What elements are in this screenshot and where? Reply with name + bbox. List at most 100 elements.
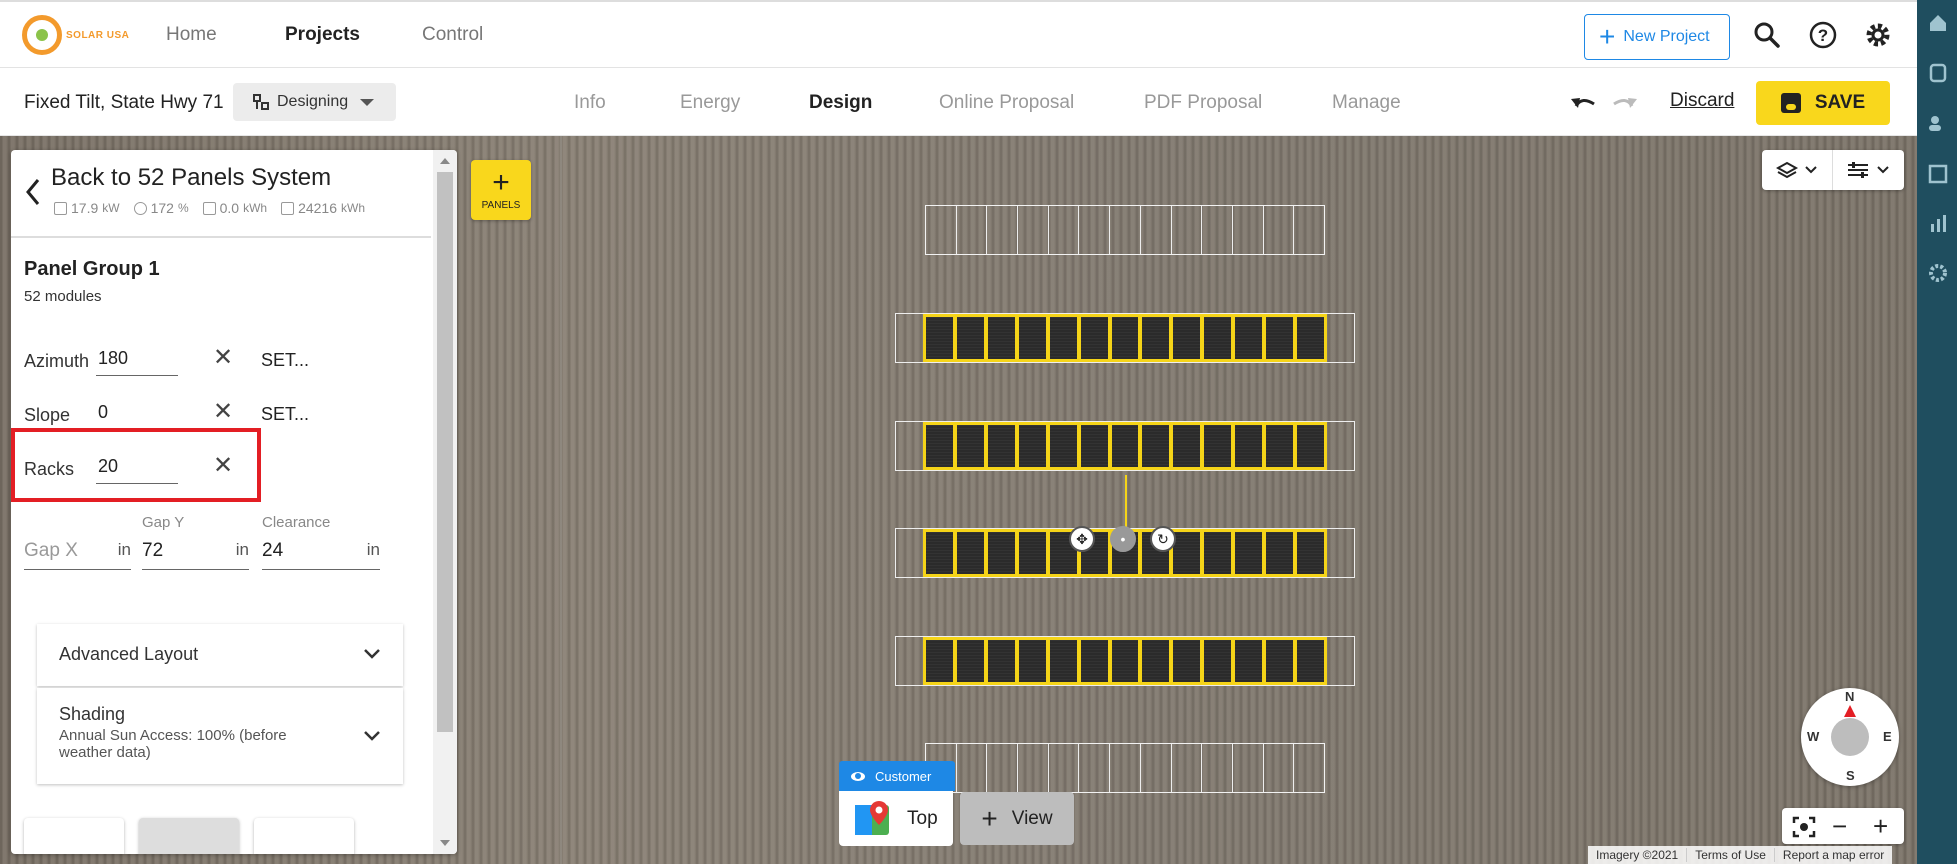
imagery-seam <box>560 136 562 864</box>
users-icon[interactable] <box>1927 112 1949 134</box>
tab-design[interactable]: Design <box>809 92 872 114</box>
clearance-label: Clearance <box>262 514 331 531</box>
add-view-button[interactable]: + View <box>960 792 1074 845</box>
tune-icon[interactable] <box>1846 160 1896 185</box>
advanced-layout-accordion[interactable]: Advanced Layout <box>37 624 403 686</box>
right-sidebar <box>1917 0 1957 864</box>
imagery-credit: Imagery ©2021 <box>1588 848 1688 862</box>
help-icon[interactable]: ? <box>1806 18 1840 52</box>
plus-icon: + <box>1599 21 1616 52</box>
gap-x-input[interactable]: Gap X in <box>24 534 131 570</box>
scroll-down-icon[interactable] <box>440 840 450 846</box>
chevron-down-icon <box>364 731 380 741</box>
layers-icon[interactable] <box>1775 160 1820 185</box>
project-subheader: Fixed Tilt, State Hwy 71 Designing Info … <box>0 68 1917 136</box>
customer-view-tag[interactable]: Customer <box>839 761 955 791</box>
azimuth-set-button[interactable]: SET... <box>261 350 309 371</box>
save-button[interactable]: SAVE <box>1756 81 1890 125</box>
database-icon[interactable] <box>1927 62 1949 84</box>
scrollbar[interactable] <box>433 150 457 854</box>
building-icon[interactable] <box>1927 162 1949 184</box>
clear-azimuth-icon[interactable]: ✕ <box>213 346 233 370</box>
gap-y-input[interactable]: 72 in <box>142 534 249 570</box>
status-dropdown[interactable]: Designing <box>233 83 396 121</box>
logo-icon <box>22 15 62 55</box>
clear-racks-icon[interactable]: ✕ <box>213 454 233 478</box>
stat-battery-value: 0.0 <box>219 200 240 216</box>
tab-manage[interactable]: Manage <box>1332 92 1401 114</box>
zoom-in-icon[interactable]: + <box>1873 811 1888 841</box>
slope-label: Slope <box>24 405 71 425</box>
panel-row[interactable] <box>895 421 1355 471</box>
slope-input[interactable]: 0 <box>96 400 178 430</box>
report-error-link[interactable]: Report a map error <box>1775 848 1892 862</box>
redo-icon[interactable] <box>1610 90 1640 119</box>
logo[interactable]: SOLAR USA <box>22 15 129 55</box>
panel-group-module-count: 52 modules <box>24 288 102 305</box>
racks-input[interactable]: 20 <box>96 454 178 484</box>
tab-info[interactable]: Info <box>574 92 606 114</box>
clearance-value: 24 <box>262 540 284 561</box>
add-panels-button[interactable]: + PANELS <box>471 160 531 220</box>
clear-slope-icon[interactable]: ✕ <box>213 400 233 424</box>
scroll-up-icon[interactable] <box>440 158 450 164</box>
racks-label: Racks <box>24 459 75 479</box>
center-handle-icon[interactable]: • <box>1110 526 1136 552</box>
eye-icon <box>851 771 865 781</box>
azimuth-input[interactable]: 180 <box>96 346 178 376</box>
copy-button[interactable] <box>254 818 354 854</box>
draw-area-button[interactable] <box>24 818 124 854</box>
tab-online-proposal[interactable]: Online Proposal <box>939 92 1074 114</box>
nav-projects[interactable]: Projects <box>285 24 360 46</box>
zoom-out-icon[interactable]: − <box>1832 811 1847 841</box>
back-to-system-link[interactable]: Back to 52 Panels System <box>51 164 331 192</box>
fill-area-button[interactable] <box>139 818 239 854</box>
rotate-handle-icon[interactable]: ↻ <box>1150 526 1176 552</box>
compass-needle-icon <box>1844 705 1856 717</box>
system-stats: 17.9 kW 172% 0.0 kWh 24216 kWh <box>54 200 365 216</box>
nav-control[interactable]: Control <box>422 24 483 46</box>
top-view-button[interactable]: Top <box>839 791 953 846</box>
clearance-input[interactable]: 24 in <box>262 534 380 570</box>
battery-icon <box>202 201 216 215</box>
stat-offset-unit: % <box>177 201 189 215</box>
recenter-icon[interactable] <box>1792 816 1816 843</box>
chart-icon[interactable] <box>1927 212 1949 234</box>
shading-accordion[interactable]: Shading Annual Sun Access: 100% (before … <box>37 688 403 784</box>
nav-home[interactable]: Home <box>166 24 217 46</box>
scroll-thumb[interactable] <box>437 172 453 732</box>
pie-icon <box>133 201 147 215</box>
empty-panel-row[interactable] <box>925 205 1325 255</box>
empty-panel-row[interactable] <box>925 743 1325 793</box>
gap-x-placeholder: Gap X <box>24 540 78 561</box>
slope-set-button[interactable]: SET... <box>261 404 309 425</box>
back-chevron-icon[interactable] <box>25 178 41 211</box>
compass-center <box>1831 718 1869 756</box>
zoom-controls: − + <box>1782 808 1904 844</box>
undo-icon[interactable] <box>1568 90 1598 119</box>
settings-icon[interactable] <box>1927 262 1949 284</box>
tab-pdf-proposal[interactable]: PDF Proposal <box>1144 92 1262 114</box>
discard-button[interactable]: Discard <box>1670 90 1734 112</box>
home-icon[interactable] <box>1927 12 1949 34</box>
new-project-button[interactable]: + New Project <box>1584 14 1730 60</box>
google-maps-icon <box>855 800 889 835</box>
plus-icon: + <box>981 802 998 834</box>
svg-text:?: ? <box>1818 26 1828 45</box>
terms-of-use-link[interactable]: Terms of Use <box>1687 848 1775 862</box>
panel-row[interactable] <box>895 313 1355 363</box>
view-label: View <box>1011 807 1053 829</box>
panel-row[interactable] <box>895 636 1355 686</box>
energy-icon <box>281 201 295 215</box>
tab-energy[interactable]: Energy <box>680 92 740 114</box>
stat-battery-unit: kWh <box>243 201 268 215</box>
save-label: SAVE <box>1814 92 1866 113</box>
map-layers-control[interactable] <box>1762 150 1904 190</box>
stat-kw-value: 17.9 <box>71 200 99 216</box>
move-handle-icon[interactable]: ✥ <box>1069 526 1095 552</box>
top-view-label: Top <box>907 807 938 829</box>
gear-icon[interactable] <box>1861 18 1895 52</box>
divider <box>1832 150 1833 190</box>
compass[interactable]: N W E S <box>1801 688 1899 786</box>
search-icon[interactable] <box>1750 18 1784 52</box>
